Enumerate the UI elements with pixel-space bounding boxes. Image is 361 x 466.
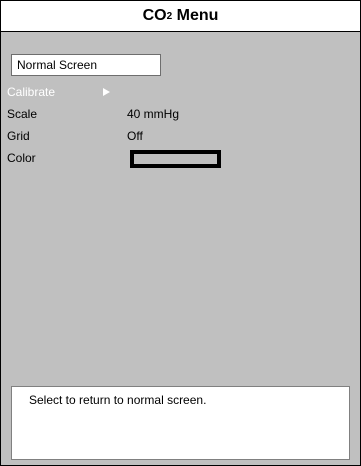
submenu-arrow-icon [103,88,110,96]
menu-item-label: Normal Screen [17,58,98,72]
menu-item-grid[interactable]: Grid Off [7,126,143,146]
menu-item-label: Color [7,151,36,165]
menu-item-label: Grid [7,129,30,143]
menu-item-label: Scale [7,107,38,121]
help-text: Select to return to normal screen. [29,393,207,407]
menu-item-color[interactable]: Color [7,148,227,168]
color-swatch [130,150,221,168]
scale-value: 40 mmHg [127,107,180,121]
menu-item-normal-screen[interactable]: Normal Screen [11,54,161,76]
menu-item-scale[interactable]: Scale 40 mmHg [7,104,179,124]
title-main: CO [142,7,167,24]
menu-item-label: Calibrate [7,85,56,99]
title-tail: Menu [172,7,219,24]
menu-title: CO 2 Menu [1,1,360,32]
co2-menu-window: CO 2 Menu Normal Screen Calibrate Scale 4… [0,0,361,466]
menu-item-calibrate: Calibrate [7,82,110,102]
help-text-box: Select to return to normal screen. [11,386,350,460]
grid-value: Off [127,129,143,143]
